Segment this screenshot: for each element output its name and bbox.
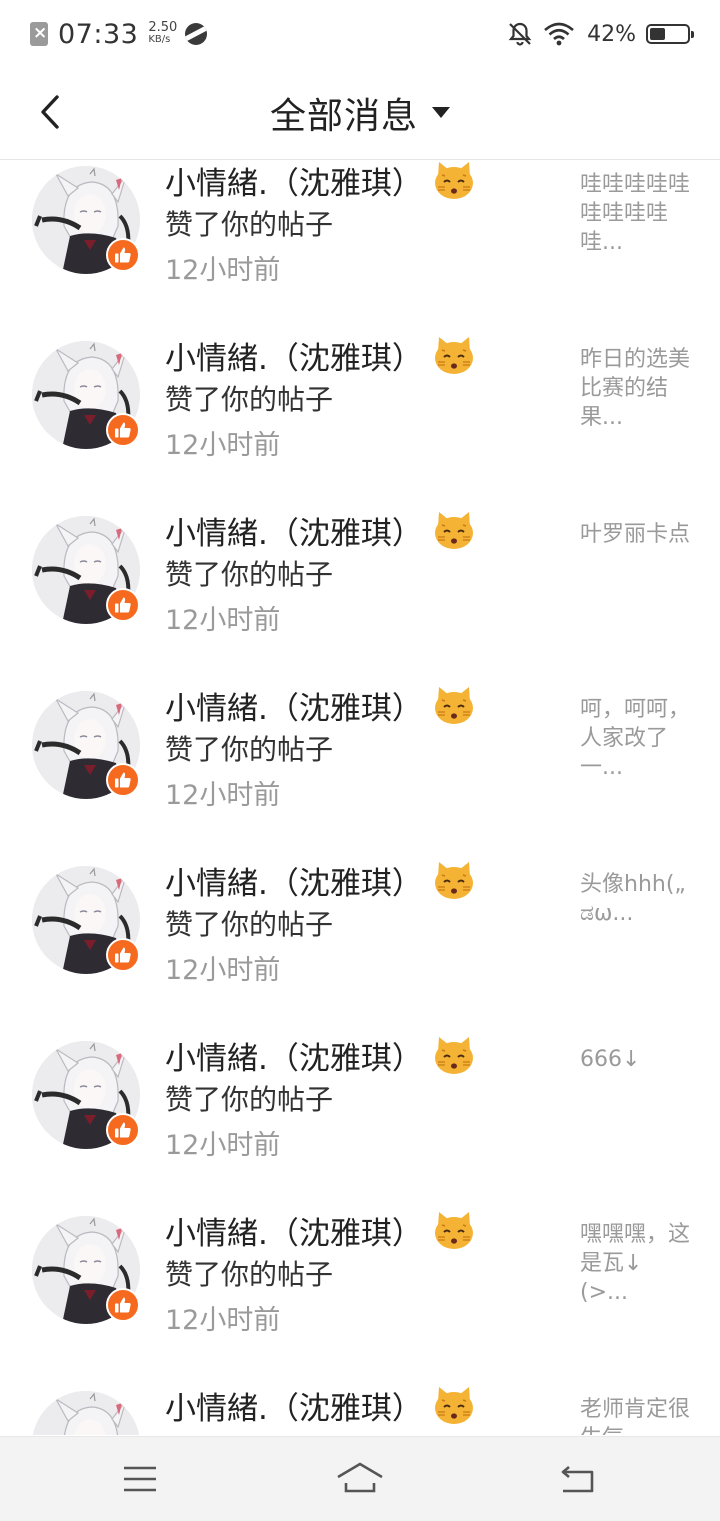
notification-item[interactable]: 小情緒.（沈雅琪） 赞了你的帖子 12小时前 老师肯定很生气: [0, 1385, 720, 1435]
bell-off-icon: [508, 22, 532, 46]
page-title: 全部消息: [269, 95, 418, 137]
username[interactable]: 小情緒.（沈雅琪）: [165, 683, 423, 728]
cat-kissing-emoji-icon: [434, 687, 473, 724]
notification-time: 12小时前: [165, 255, 281, 286]
thumbs-up-badge: [106, 413, 140, 447]
avatar[interactable]: [32, 166, 140, 274]
post-preview[interactable]: 666↓: [580, 1045, 690, 1074]
notification-action: 赞了你的帖子: [165, 908, 334, 941]
avatar[interactable]: [32, 341, 140, 449]
post-preview[interactable]: 嘿嘿嘿，这是瓦↓(>...: [580, 1220, 690, 1307]
back-arrow-icon: [561, 1466, 594, 1493]
thumbs-up-icon: [115, 247, 131, 263]
username[interactable]: 小情緒.（沈雅琪）: [165, 1383, 423, 1428]
thumbs-up-icon: [115, 1297, 131, 1313]
avatar[interactable]: [32, 1216, 140, 1324]
avatar[interactable]: [32, 1391, 140, 1435]
avatar-image: [32, 1391, 140, 1435]
menu-button[interactable]: [110, 1455, 170, 1503]
cat-kissing-emoji-icon: [434, 162, 473, 199]
thumbs-up-icon: [115, 597, 131, 613]
status-bar: 07:33 2.50 KB/s 42%: [0, 0, 720, 66]
avatar[interactable]: [32, 691, 140, 799]
globe-icon: [185, 23, 208, 45]
username[interactable]: 小情緒.（沈雅琪）: [165, 1033, 423, 1078]
notification-action: 赞了你的帖子: [165, 1428, 333, 1435]
thumbs-up-badge: [106, 1113, 140, 1147]
username[interactable]: 小情緒.（沈雅琪）: [165, 508, 423, 553]
notification-action: 赞了你的帖子: [165, 1083, 334, 1116]
notification-item[interactable]: 小情緒.（沈雅琪） 赞了你的帖子 12小时前 头像hhh(„ ಡω...: [0, 860, 720, 1035]
thumbs-up-badge: [106, 938, 140, 972]
post-preview[interactable]: 呵，呵呵，人家改了一...: [580, 695, 690, 782]
back-nav-button[interactable]: [548, 1455, 608, 1503]
wifi-icon: [544, 22, 574, 46]
avatar[interactable]: [32, 866, 140, 974]
cat-kissing-emoji-icon: [434, 1212, 473, 1249]
app-header: 全部消息: [0, 66, 720, 160]
cat-kissing-emoji-icon: [434, 512, 473, 549]
notification-action: 赞了你的帖子: [165, 558, 334, 591]
notification-time: 12小时前: [165, 1305, 281, 1336]
cat-kissing-emoji-icon: [434, 1037, 473, 1074]
cat-kissing-emoji-icon: [434, 862, 473, 899]
thumbs-up-icon: [115, 947, 131, 963]
notification-time: 12小时前: [165, 1130, 281, 1161]
avatar[interactable]: [32, 1041, 140, 1149]
notification-item[interactable]: 小情緒.（沈雅琪） 赞了你的帖子 12小时前 叶罗丽卡点: [0, 510, 720, 685]
battery-percent: 42%: [587, 21, 636, 47]
notification-action: 赞了你的帖子: [165, 733, 334, 766]
cat-kissing-emoji-icon: [434, 337, 473, 374]
thumbs-up-icon: [115, 422, 131, 438]
notification-item[interactable]: 小情緒.（沈雅琪） 赞了你的帖子 12小时前 呵，呵呵，人家改了一...: [0, 685, 720, 860]
status-time: 07:33: [58, 18, 139, 50]
thumbs-up-badge: [106, 238, 140, 272]
notification-list[interactable]: 小情緒.（沈雅琪） 赞了你的帖子 12小时前 哇哇哇哇哇哇哇哇哇哇... 小情緒…: [0, 160, 720, 1435]
notification-time: 12小时前: [165, 605, 281, 636]
navigation-bar: [0, 1436, 720, 1521]
notification-action: 赞了你的帖子: [165, 1258, 334, 1291]
post-preview[interactable]: 昨日的选美比赛的结果...: [580, 345, 690, 432]
thumbs-up-badge: [106, 1288, 140, 1322]
thumbs-up-icon: [115, 772, 131, 788]
post-preview[interactable]: 哇哇哇哇哇哇哇哇哇哇...: [580, 170, 690, 257]
menu-icon: [124, 1466, 156, 1492]
caret-down-icon: [432, 107, 450, 118]
notification-time: 12小时前: [165, 955, 281, 986]
cat-kissing-emoji-icon: [434, 1387, 473, 1424]
notification-action: 赞了你的帖子: [165, 383, 334, 416]
notification-time: 12小时前: [165, 430, 281, 461]
username[interactable]: 小情緒.（沈雅琪）: [165, 160, 423, 203]
thumbs-up-icon: [115, 1122, 131, 1138]
username[interactable]: 小情緒.（沈雅琪）: [165, 1208, 423, 1253]
username[interactable]: 小情緒.（沈雅琪）: [165, 858, 423, 903]
post-preview[interactable]: 头像hhh(„ ಡω...: [580, 870, 690, 928]
notification-item[interactable]: 小情緒.（沈雅琪） 赞了你的帖子 12小时前 嘿嘿嘿，这是瓦↓(>...: [0, 1210, 720, 1385]
thumbs-up-badge: [106, 763, 140, 797]
notification-item[interactable]: 小情緒.（沈雅琪） 赞了你的帖子 12小时前 哇哇哇哇哇哇哇哇哇哇...: [0, 160, 720, 335]
thumbs-up-badge: [106, 588, 140, 622]
post-preview[interactable]: 叶罗丽卡点: [580, 520, 690, 549]
avatar[interactable]: [32, 516, 140, 624]
home-icon: [337, 1462, 383, 1493]
notification-time: 12小时前: [165, 780, 281, 811]
notification-item[interactable]: 小情緒.（沈雅琪） 赞了你的帖子 12小时前 昨日的选美比赛的结果...: [0, 335, 720, 510]
sim-error-icon: [30, 22, 48, 46]
username[interactable]: 小情緒.（沈雅琪）: [165, 333, 423, 378]
notification-action: 赞了你的帖子: [165, 208, 334, 241]
home-button[interactable]: [330, 1455, 390, 1503]
battery-icon: [646, 24, 694, 44]
title-dropdown[interactable]: 全部消息: [270, 87, 450, 139]
notification-item[interactable]: 小情緒.（沈雅琪） 赞了你的帖子 12小时前 666↓: [0, 1035, 720, 1210]
network-speed: 2.50 KB/s: [148, 20, 178, 45]
post-preview[interactable]: 老师肯定很生气: [580, 1395, 690, 1435]
